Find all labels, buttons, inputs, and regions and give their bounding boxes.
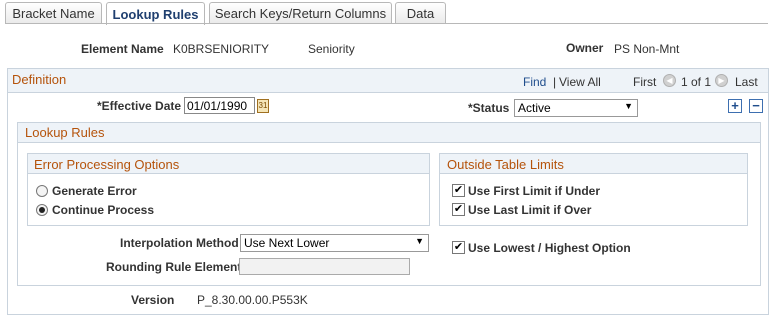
view-all-link[interactable]: View All: [559, 75, 601, 89]
add-row-icon[interactable]: +: [728, 99, 742, 113]
interpolation-method-select[interactable]: Use Next Lower ▼: [240, 234, 429, 252]
version-value: P_8.30.00.00.P553K: [197, 293, 308, 307]
previous-icon[interactable]: ◀: [663, 74, 676, 87]
effective-date-field[interactable]: [184, 97, 255, 114]
interpolation-method-label: Interpolation Method: [120, 236, 239, 250]
owner-label: Owner: [566, 41, 604, 55]
error-processing-title: Error Processing Options: [34, 157, 180, 172]
tab-divider: [5, 23, 768, 24]
outside-limits-title: Outside Table Limits: [447, 157, 564, 172]
lookup-rules-header: [18, 123, 760, 143]
definition-title: Definition: [12, 72, 67, 87]
find-link[interactable]: Find: [523, 75, 546, 89]
calendar-icon[interactable]: 31: [257, 99, 269, 113]
element-name-value: K0BRSENIORITY: [173, 42, 270, 56]
element-description: Seniority: [308, 42, 355, 56]
use-last-limit-label: Use Last Limit if Over: [468, 203, 592, 217]
delete-row-icon[interactable]: −: [749, 99, 763, 113]
rounding-rule-label: Rounding Rule Element: [106, 260, 242, 274]
status-value: Active: [518, 101, 551, 115]
element-name-label: Element Name: [81, 42, 164, 56]
next-icon[interactable]: ▶: [715, 74, 728, 87]
tab-label: Data: [406, 6, 435, 21]
use-first-limit-checkbox[interactable]: ✔: [452, 184, 465, 197]
effective-date-label: *Effective Date: [97, 99, 182, 113]
owner-value: PS Non-Mnt: [614, 42, 680, 56]
tab-search-keys[interactable]: Search Keys/Return Columns: [209, 2, 392, 24]
last-label: Last: [735, 75, 758, 89]
tab-lookup-rules[interactable]: Lookup Rules: [106, 2, 205, 25]
lowest-highest-checkbox[interactable]: ✔: [452, 241, 465, 254]
use-last-limit-checkbox[interactable]: ✔: [452, 203, 465, 216]
first-label: First: [633, 75, 657, 89]
rounding-rule-field[interactable]: [239, 258, 410, 275]
chevron-down-icon: ▼: [415, 236, 424, 246]
status-label: *Status: [468, 101, 510, 115]
tab-label: Bracket Name: [12, 6, 95, 21]
paging-count: 1 of 1: [681, 75, 712, 89]
version-label: Version: [131, 293, 175, 307]
generate-error-radio[interactable]: [36, 185, 48, 197]
tab-bracket-name[interactable]: Bracket Name: [5, 2, 102, 24]
lookup-rules-title: Lookup Rules: [25, 125, 105, 140]
continue-process-label: Continue Process: [52, 203, 155, 217]
tab-data[interactable]: Data: [395, 2, 446, 24]
use-first-limit-label: Use First Limit if Under: [468, 184, 601, 198]
chevron-down-icon: ▼: [624, 101, 633, 111]
separator: |: [553, 75, 557, 89]
status-select[interactable]: Active ▼: [514, 99, 638, 117]
interpolation-method-value: Use Next Lower: [244, 236, 330, 250]
tab-label: Lookup Rules: [112, 6, 199, 22]
lowest-highest-label: Use Lowest / Highest Option: [468, 241, 631, 255]
generate-error-label: Generate Error: [52, 184, 137, 198]
continue-process-radio[interactable]: [36, 204, 48, 216]
tab-label: Search Keys/Return Columns: [214, 6, 387, 21]
